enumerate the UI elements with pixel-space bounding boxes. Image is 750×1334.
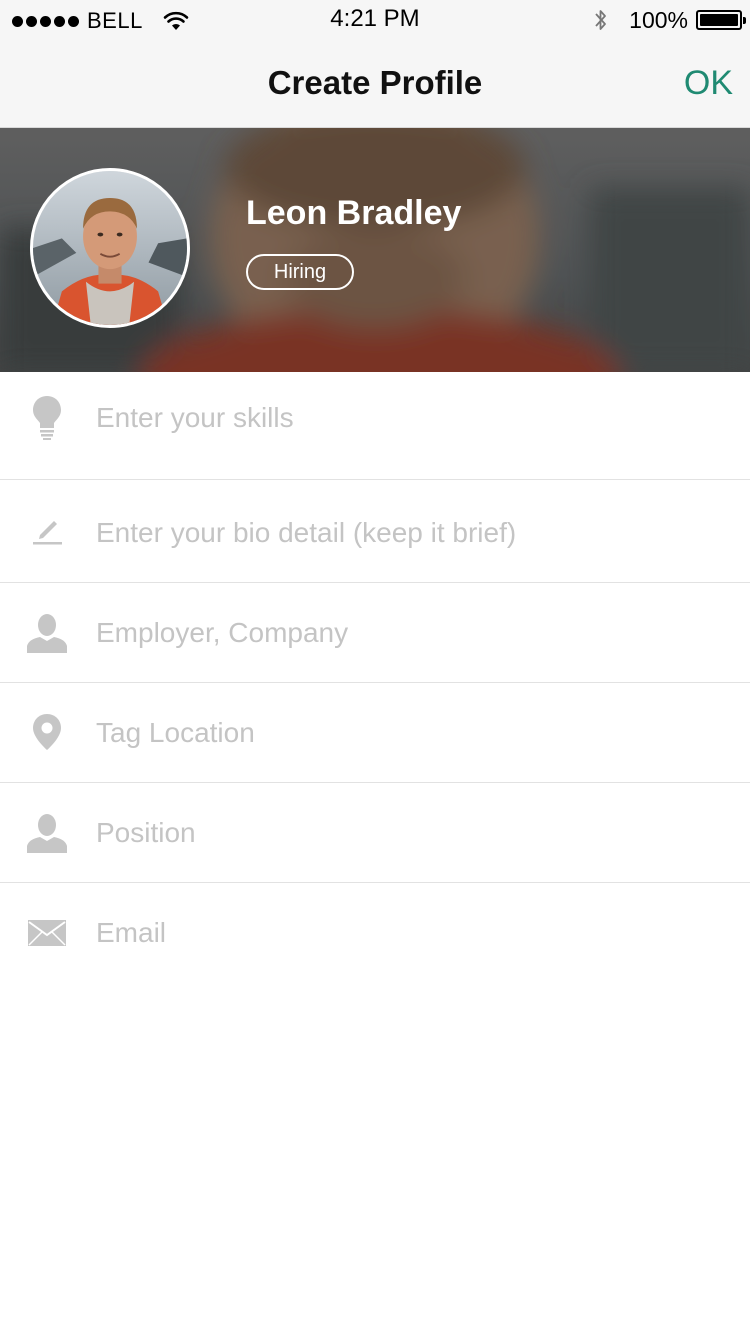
person-icon [22,608,72,658]
profile-header: Leon Bradley Hiring [0,128,750,372]
page-title: Create Profile [267,64,483,101]
profile-avatar[interactable] [30,168,190,328]
bio-row [0,480,750,583]
avatar-photo [33,171,187,325]
location-input[interactable] [96,713,730,753]
profile-form [0,372,750,983]
lightbulb-icon [22,392,72,442]
status-bar: BELL 4:21 PM 100% [0,0,750,40]
envelope-icon [22,908,72,958]
bio-input[interactable] [96,513,730,553]
location-pin-icon [22,707,72,757]
battery-level-fill [700,14,738,26]
hiring-badge[interactable]: Hiring [246,254,354,290]
bluetooth-icon [595,10,607,30]
email-input[interactable] [96,913,730,953]
ok-button[interactable]: OK [684,64,733,103]
employer-row [0,583,750,683]
skills-row [0,372,750,480]
skills-input[interactable] [96,398,730,438]
navigation-bar: Create Profile OK [0,40,750,128]
email-row [0,883,750,983]
person-icon [22,808,72,858]
location-row [0,683,750,783]
employer-input[interactable] [96,613,730,653]
pencil-icon [22,505,72,555]
status-bar-right: 100% [593,6,746,34]
battery-icon [696,10,746,30]
position-input[interactable] [96,813,730,853]
position-row [0,783,750,883]
battery-percentage: 100% [629,6,688,33]
profile-name: Leon Bradley [246,194,462,232]
